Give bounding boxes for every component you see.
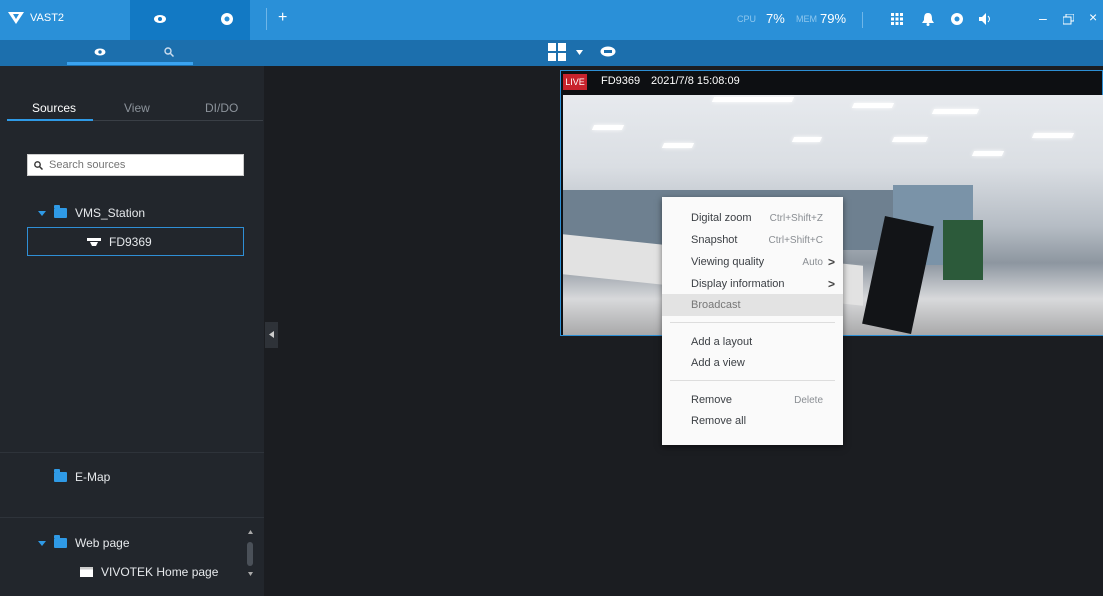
tree-item-selected[interactable]: FD9369	[27, 227, 244, 256]
menu-broadcast[interactable]: Broadcast	[662, 294, 843, 316]
tree-label: FD9369	[109, 235, 152, 249]
expand-icon[interactable]	[38, 210, 46, 216]
context-menu: Digital zoom Ctrl+Shift+Z Snapshot Ctrl+…	[662, 197, 843, 445]
fisheye-camera-icon[interactable]	[600, 46, 616, 57]
tree-item-vms-station[interactable]: VMS_Station	[38, 205, 146, 220]
camera-name: FD9369	[601, 75, 641, 87]
menu-label: Broadcast	[691, 299, 741, 311]
layout-icon[interactable]	[548, 43, 566, 61]
folder-icon	[54, 535, 67, 548]
chevron-down-icon[interactable]	[576, 50, 583, 55]
folder-icon	[54, 205, 67, 218]
sidebar-tab-indicator	[7, 119, 93, 121]
grid-icon[interactable]	[891, 13, 903, 25]
emap-item[interactable]: E-Map	[54, 469, 111, 484]
cpu-label: CPU	[737, 14, 757, 24]
restore-icon[interactable]	[1063, 14, 1074, 25]
search-input[interactable]	[49, 159, 229, 171]
section-divider	[0, 517, 264, 518]
active-tab-indicator	[67, 62, 193, 65]
menu-label: Remove	[691, 394, 732, 406]
folder-icon	[54, 469, 67, 482]
close-button[interactable]: ×	[1089, 9, 1097, 25]
eye-icon	[154, 15, 166, 23]
menu-label: Digital zoom	[691, 212, 752, 224]
section-divider	[0, 452, 264, 453]
chevron-right-icon: >	[827, 277, 835, 291]
minimize-button[interactable]: –	[1039, 10, 1047, 26]
bell-icon[interactable]	[922, 12, 934, 26]
tree-item-vivotek-homepage[interactable]: VIVOTEK Home page	[80, 565, 218, 579]
title-bar: VAST2 + CPU 7% MEM 79% – ×	[0, 0, 1103, 40]
status-divider	[862, 12, 863, 28]
webpage-icon	[80, 567, 93, 577]
menu-separator	[670, 322, 835, 323]
sidebar: Sources View DI/DO VMS_Station FD9369 E-…	[0, 66, 264, 596]
menu-label: Snapshot	[691, 234, 738, 246]
menu-remove-all[interactable]: Remove all	[662, 410, 843, 432]
menu-add-view[interactable]: Add a view	[662, 352, 843, 374]
tree-item-webpage[interactable]: Web page	[38, 535, 130, 550]
secondary-toolbar	[0, 40, 1103, 66]
menu-label: Viewing quality	[691, 256, 765, 268]
menu-snapshot[interactable]: Snapshot Ctrl+Shift+C	[662, 229, 843, 251]
scrollbar-thumb[interactable]	[247, 542, 253, 566]
emap-label: E-Map	[75, 470, 111, 484]
menu-label: Remove all	[691, 415, 747, 427]
tab-divider	[266, 8, 267, 30]
tree-label: VMS_Station	[75, 206, 146, 220]
tab-dido[interactable]: DI/DO	[205, 101, 238, 115]
tree-label: Web page	[75, 536, 130, 550]
speaker-icon[interactable]	[979, 13, 993, 25]
collapse-sidebar-handle[interactable]	[265, 322, 278, 348]
app-name: VAST2	[30, 12, 65, 24]
menu-viewing-quality[interactable]: Viewing quality Auto >	[662, 251, 843, 273]
tree-label: VIVOTEK Home page	[101, 565, 219, 579]
vivotek-logo-icon	[8, 12, 24, 24]
expand-icon[interactable]	[38, 540, 46, 546]
app-logo: VAST2	[8, 12, 64, 24]
scroll-up-icon[interactable]	[248, 530, 253, 534]
add-tab-button[interactable]: +	[278, 9, 287, 27]
menu-shortcut: Delete	[794, 394, 823, 406]
menu-remove[interactable]: Remove Delete	[662, 389, 843, 411]
tab-sources[interactable]: Sources	[32, 101, 76, 115]
menu-shortcut: Ctrl+Shift+Z	[769, 212, 823, 224]
timestamp: 2021/7/8 15:08:09	[651, 75, 740, 87]
search-sources-icon	[34, 160, 43, 170]
menu-label: Add a layout	[691, 336, 753, 348]
tab-view[interactable]: View	[124, 101, 150, 115]
menu-shortcut: Ctrl+Shift+C	[768, 234, 823, 246]
chevron-left-icon	[269, 331, 274, 338]
menu-digital-zoom[interactable]: Digital zoom Ctrl+Shift+Z	[662, 207, 843, 229]
mem-value: 79%	[820, 11, 847, 26]
menu-display-information[interactable]: Display information >	[662, 273, 843, 295]
liveview-eye-icon[interactable]	[94, 48, 106, 56]
search-icon[interactable]	[164, 47, 174, 57]
live-badge: LIVE	[563, 74, 587, 90]
scroll-down-icon[interactable]	[248, 572, 253, 576]
menu-label: Add a view	[691, 357, 745, 369]
tree-item-camera[interactable]: FD9369	[87, 235, 152, 249]
cpu-value: 7%	[766, 11, 785, 26]
gear-icon[interactable]	[220, 12, 234, 26]
mem-label: MEM	[796, 14, 817, 24]
menu-separator	[670, 380, 835, 381]
sidebar-tab-divider	[93, 120, 263, 121]
chevron-right-icon: >	[827, 255, 835, 269]
camera-icon	[87, 237, 101, 246]
search-box[interactable]	[27, 154, 244, 176]
menu-value: Auto	[802, 256, 823, 268]
menu-label: Display information	[691, 278, 785, 290]
settings-gear-icon[interactable]	[950, 12, 964, 26]
menu-add-layout[interactable]: Add a layout	[662, 331, 843, 353]
